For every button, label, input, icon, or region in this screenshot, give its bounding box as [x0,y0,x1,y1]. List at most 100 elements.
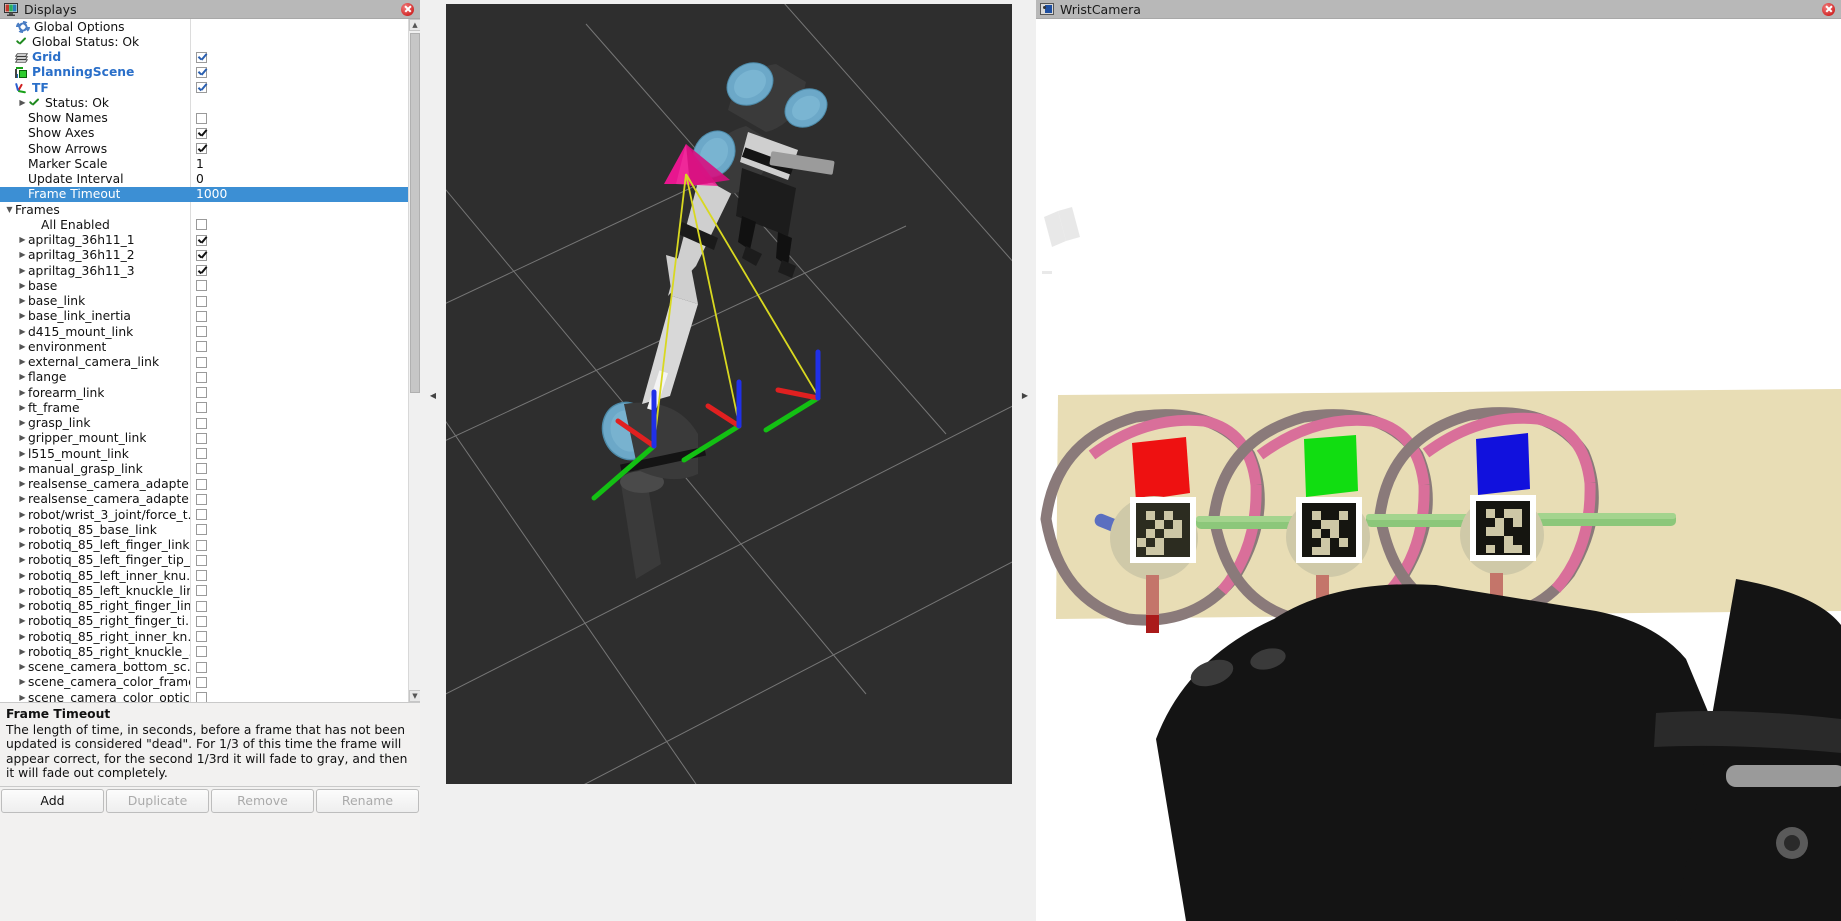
visibility-checkbox[interactable] [196,463,207,475]
chevron-right-icon[interactable] [17,404,28,412]
tree-row-value[interactable] [190,491,408,507]
tree-row-value[interactable] [190,446,408,462]
visibility-checkbox[interactable] [196,127,207,139]
tree-row[interactable]: robotiq_85_base_link [0,522,408,538]
tree-row-value[interactable] [190,34,408,50]
chevron-right-icon[interactable] [17,541,28,549]
tree-row-value[interactable] [190,461,408,477]
visibility-checkbox[interactable] [196,448,207,460]
tree-row-value[interactable] [190,278,408,294]
tree-row[interactable]: external_camera_link [0,354,408,370]
chevron-right-icon[interactable] [17,282,28,290]
chevron-down-icon[interactable] [4,206,15,214]
tree-row-value[interactable] [190,80,408,96]
chevron-right-icon[interactable] [17,465,28,473]
chevron-right-icon[interactable] [17,511,28,519]
tree-row[interactable]: robotiq_85_right_finger_ti… [0,613,408,629]
visibility-checkbox[interactable] [196,615,207,627]
scroll-down-icon[interactable]: ▼ [409,690,420,702]
visibility-checkbox[interactable] [196,82,207,94]
chevron-right-icon[interactable] [17,343,28,351]
chevron-right-icon[interactable] [17,617,28,625]
visibility-checkbox[interactable] [196,234,207,246]
tree-row-value[interactable] [190,476,408,492]
chevron-right-icon[interactable] [17,389,28,397]
tree-row-value[interactable] [190,141,408,157]
chevron-right-icon[interactable] [17,495,28,503]
tree-row-value[interactable] [190,385,408,401]
visibility-checkbox[interactable] [196,539,207,551]
tree-row[interactable]: Global Status: Ok [0,34,408,50]
tree-row[interactable]: flange [0,369,408,385]
visibility-checkbox[interactable] [196,554,207,566]
tree-row[interactable]: Marker Scale 1 [0,156,408,172]
chevron-right-icon[interactable] [17,587,28,595]
tree-row[interactable]: Update Interval 0 [0,171,408,187]
displays-tree-scrollbar[interactable]: ▲ ▼ [408,19,420,702]
tree-row-value[interactable] [190,568,408,584]
tree-row[interactable]: Frame Timeout 1000 [0,186,408,202]
tree-row-value[interactable] [190,64,408,80]
tree-row[interactable]: PlanningScene [0,64,408,80]
visibility-checkbox[interactable] [196,646,207,658]
tree-row[interactable]: TF [0,80,408,96]
tree-row[interactable]: robotiq_85_right_inner_kn… [0,629,408,645]
tree-row-value[interactable] [190,659,408,675]
tree-row[interactable]: Show Arrows [0,141,408,157]
tree-row-value[interactable] [190,308,408,324]
3d-render-view[interactable] [446,4,1012,784]
tree-row[interactable]: apriltag_36h11_1 [0,232,408,248]
tree-row[interactable]: robotiq_85_left_knuckle_link [0,583,408,599]
chevron-right-icon[interactable] [17,434,28,442]
chevron-right-icon[interactable] [17,694,28,702]
visibility-checkbox[interactable] [196,432,207,444]
chevron-right-icon[interactable]: ▶ [1020,382,1030,408]
chevron-left-icon[interactable]: ◀ [428,382,438,408]
visibility-checkbox[interactable] [196,51,207,63]
tree-row[interactable]: apriltag_36h11_2 [0,247,408,263]
chevron-right-icon[interactable] [17,633,28,641]
tree-row[interactable]: d415_mount_link [0,324,408,340]
tree-row-value[interactable] [190,507,408,523]
tree-row-value[interactable]: 1000 [190,186,408,202]
visibility-checkbox[interactable] [196,387,207,399]
tree-row-value[interactable] [190,125,408,141]
tree-row-value[interactable] [190,110,408,126]
tree-row[interactable]: gripper_mount_link [0,430,408,446]
tree-row-value[interactable] [190,537,408,553]
chevron-right-icon[interactable] [17,648,28,656]
tree-row[interactable]: l515_mount_link [0,446,408,462]
chevron-right-icon[interactable] [17,251,28,259]
tree-row[interactable]: Global Options [0,19,408,35]
tree-row[interactable]: robotiq_85_right_knuckle_… [0,644,408,660]
chevron-right-icon[interactable] [17,312,28,320]
displays-tree[interactable]: Global Options Global Status: Ok Grid Plann… [0,19,408,702]
visibility-checkbox[interactable] [196,676,207,688]
chevron-right-icon[interactable] [17,556,28,564]
visibility-checkbox[interactable] [196,661,207,673]
tree-row[interactable]: ft_frame [0,400,408,416]
tree-row[interactable]: All Enabled [0,217,408,233]
chevron-right-icon[interactable] [17,267,28,275]
chevron-right-icon[interactable] [17,328,28,336]
tree-row-value[interactable] [190,217,408,233]
visibility-checkbox[interactable] [196,570,207,582]
chevron-right-icon[interactable] [17,297,28,305]
wristcamera-image[interactable] [1036,19,1841,921]
visibility-checkbox[interactable] [196,478,207,490]
tree-row[interactable]: apriltag_36h11_3 [0,263,408,279]
chevron-right-icon[interactable] [17,373,28,381]
tree-row-value[interactable] [190,690,408,702]
visibility-checkbox[interactable] [196,356,207,368]
tree-row[interactable]: realsense_camera_adapte… [0,476,408,492]
tree-row-value[interactable] [190,19,408,35]
tree-row-value[interactable] [190,430,408,446]
visibility-checkbox[interactable] [196,509,207,521]
visibility-checkbox[interactable] [196,341,207,353]
tree-row[interactable]: base_link [0,293,408,309]
chevron-right-icon[interactable] [17,480,28,488]
tree-row[interactable]: robotiq_85_left_inner_knu… [0,568,408,584]
visibility-checkbox[interactable] [196,417,207,429]
visibility-checkbox[interactable] [196,249,207,261]
visibility-checkbox[interactable] [196,371,207,383]
